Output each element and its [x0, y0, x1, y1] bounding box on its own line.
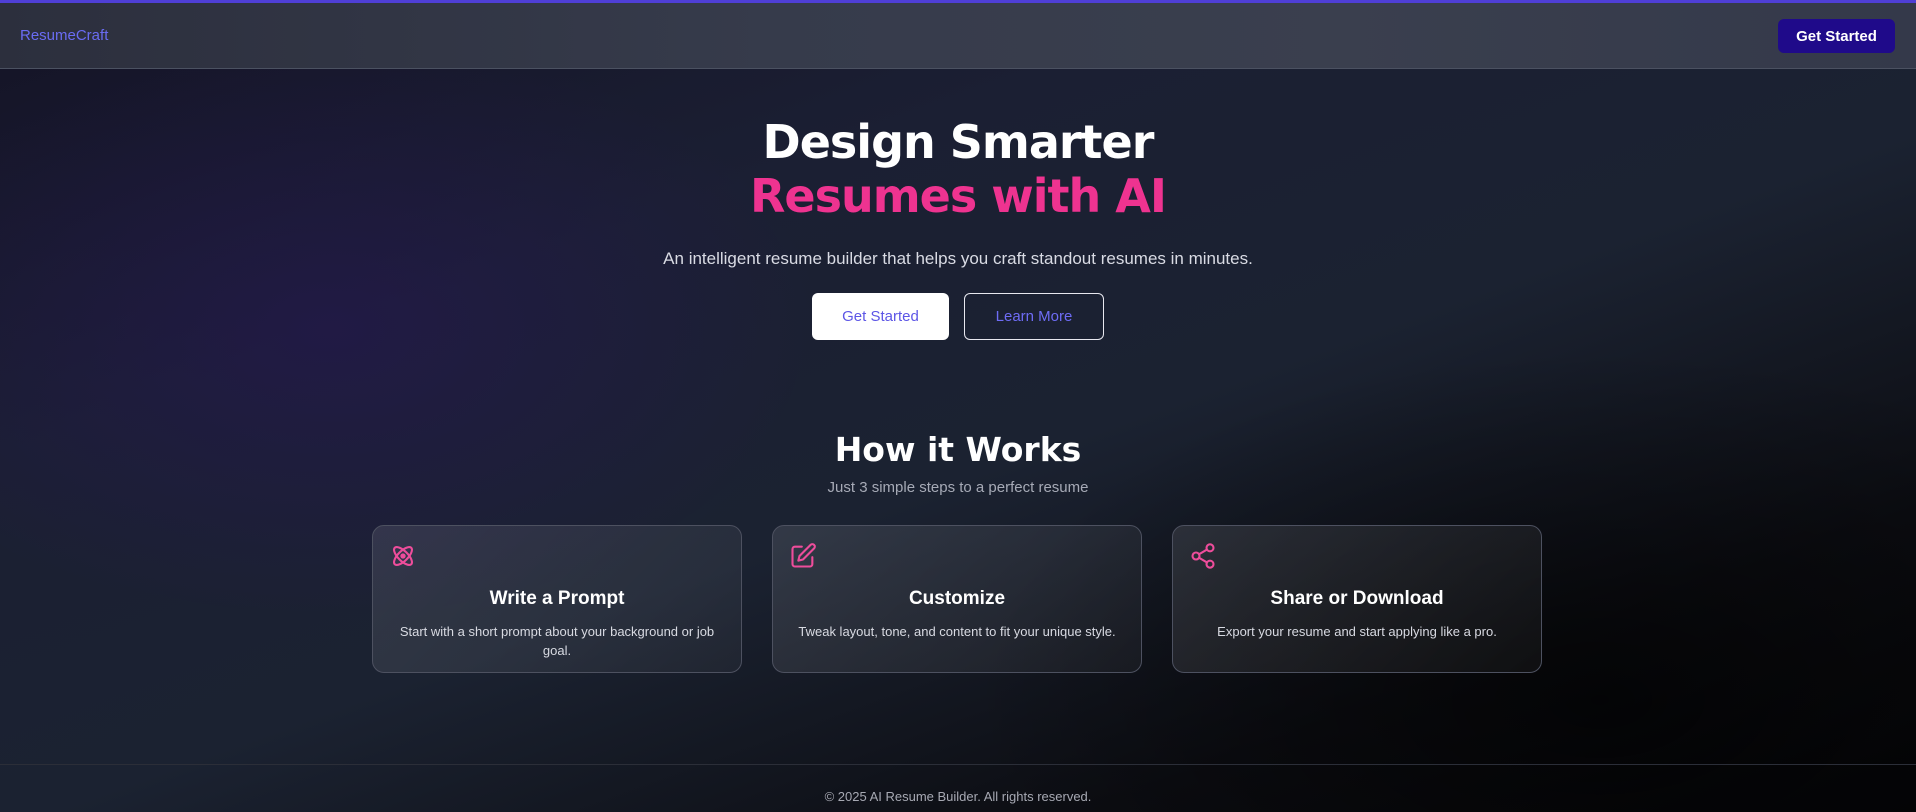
hero-get-started-button[interactable]: Get Started: [812, 293, 949, 340]
step-title: Customize: [908, 588, 1006, 609]
hero-actions: Get Started Learn More: [0, 293, 1916, 340]
edit-icon: [789, 542, 817, 570]
footer-copyright: © 2025 AI Resume Builder. All rights res…: [824, 789, 1092, 804]
step-description: Export your resume and start applying li…: [1217, 624, 1497, 639]
how-it-works-title: How it Works: [834, 430, 1082, 469]
steps-cards: Write a Prompt Start with a short prompt…: [372, 525, 1542, 673]
hero-title: Design Smarter Resumes with AI: [0, 115, 1916, 223]
site-footer: © 2025 AI Resume Builder. All rights res…: [0, 764, 1916, 812]
how-it-works-section: How it Works Just 3 simple steps to a pe…: [0, 430, 1916, 496]
atom-icon: [389, 542, 417, 570]
share-icon: [1189, 542, 1217, 570]
brand-logo-link[interactable]: ResumeCraft: [20, 27, 108, 44]
header-get-started-button[interactable]: Get Started: [1778, 19, 1895, 53]
how-it-works-subtitle: Just 3 simple steps to a perfect resume: [827, 479, 1089, 496]
step-title: Write a Prompt: [489, 588, 625, 609]
site-header: ResumeCraft Get Started: [0, 3, 1916, 69]
step-description: Tweak layout, tone, and content to fit y…: [798, 624, 1116, 639]
hero-subtitle: An intelligent resume builder that helps…: [663, 249, 1253, 268]
step-card-share-download: Share or Download Export your resume and…: [1172, 525, 1542, 673]
step-card-write-prompt: Write a Prompt Start with a short prompt…: [372, 525, 742, 673]
hero-section: Design Smarter Resumes with AI An intell…: [0, 115, 1916, 340]
hero-title-line1: Design Smarter: [762, 115, 1155, 169]
hero-title-line2: Resumes with AI: [749, 169, 1167, 223]
step-description: Start with a short prompt about your bac…: [399, 624, 715, 658]
learn-more-button[interactable]: Learn More: [964, 293, 1104, 340]
step-title: Share or Download: [1270, 588, 1444, 609]
step-card-customize: Customize Tweak layout, tone, and conten…: [772, 525, 1142, 673]
